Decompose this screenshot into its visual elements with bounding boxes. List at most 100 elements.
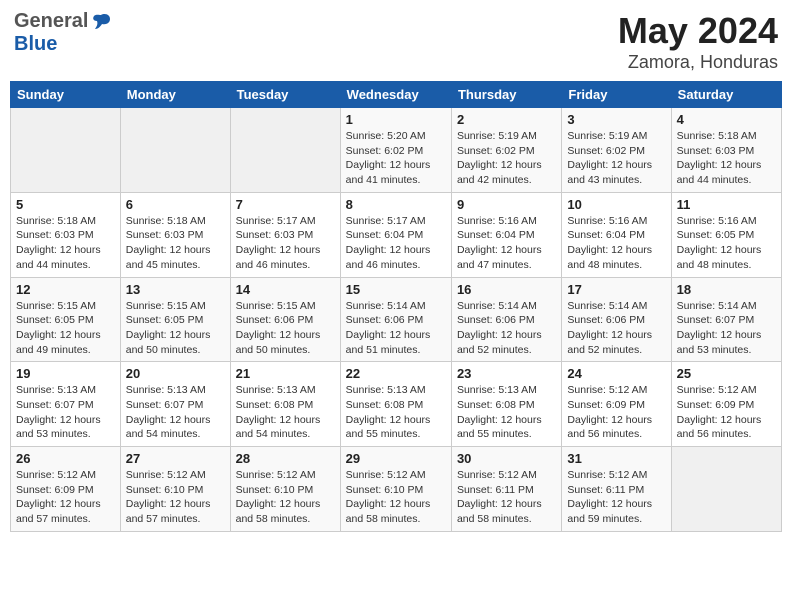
day-number: 7 xyxy=(236,197,335,212)
day-info: Sunrise: 5:14 AMSunset: 6:06 PMDaylight:… xyxy=(346,299,446,358)
calendar-table: SundayMondayTuesdayWednesdayThursdayFrid… xyxy=(10,81,782,532)
calendar-cell: 16Sunrise: 5:14 AMSunset: 6:06 PMDayligh… xyxy=(451,277,561,362)
day-number: 14 xyxy=(236,282,335,297)
day-number: 23 xyxy=(457,366,556,381)
calendar-week-row: 26Sunrise: 5:12 AMSunset: 6:09 PMDayligh… xyxy=(11,447,782,532)
calendar-cell: 6Sunrise: 5:18 AMSunset: 6:03 PMDaylight… xyxy=(120,192,230,277)
day-number: 11 xyxy=(677,197,776,212)
day-info: Sunrise: 5:12 AMSunset: 6:10 PMDaylight:… xyxy=(236,468,335,527)
calendar-cell: 31 Sunrise: 5:12 AMSunset: 6:11 PMDayligh… xyxy=(562,447,671,532)
day-info: Sunrise: 5:13 AMSunset: 6:08 PMDaylight:… xyxy=(236,383,335,442)
calendar-cell: 26Sunrise: 5:12 AMSunset: 6:09 PMDayligh… xyxy=(11,447,121,532)
day-number: 29 xyxy=(346,451,446,466)
calendar-cell: 8Sunrise: 5:17 AMSunset: 6:04 PMDaylight… xyxy=(340,192,451,277)
day-number: 19 xyxy=(16,366,115,381)
location-title: Zamora, Honduras xyxy=(618,52,778,73)
day-info: Sunrise: 5:15 AMSunset: 6:05 PMDaylight:… xyxy=(126,299,225,358)
calendar-cell: 10Sunrise: 5:16 AMSunset: 6:04 PMDayligh… xyxy=(562,192,671,277)
day-info: Sunrise: 5:16 AMSunset: 6:04 PMDaylight:… xyxy=(457,214,556,273)
day-info: Sunrise: 5:16 AMSunset: 6:05 PMDaylight:… xyxy=(677,214,776,273)
calendar-cell: 22 Sunrise: 5:13 AMSunset: 6:08 PMDayligh… xyxy=(340,362,451,447)
calendar-header-row: SundayMondayTuesdayWednesdayThursdayFrid… xyxy=(11,82,782,108)
calendar-cell: 20 Sunrise: 5:13 AMSunset: 6:07 PMDayligh… xyxy=(120,362,230,447)
day-number: 13 xyxy=(126,282,225,297)
day-number: 28 xyxy=(236,451,335,466)
column-header-friday: Friday xyxy=(562,82,671,108)
logo-blue-text: Blue xyxy=(14,33,57,56)
day-info: Sunrise: 5:14 AMSunset: 6:07 PMDaylight:… xyxy=(677,299,776,358)
column-header-saturday: Saturday xyxy=(671,82,781,108)
calendar-cell: 9 Sunrise: 5:16 AMSunset: 6:04 PMDaylight… xyxy=(451,192,561,277)
day-info: Sunrise: 5:12 AMSunset: 6:10 PMDaylight:… xyxy=(126,468,225,527)
day-info: Sunrise: 5:12 AMSunset: 6:09 PMDaylight:… xyxy=(567,383,665,442)
day-number: 1 xyxy=(346,112,446,127)
calendar-week-row: 5 Sunrise: 5:18 AMSunset: 6:03 PMDaylight… xyxy=(11,192,782,277)
day-number: 26 xyxy=(16,451,115,466)
day-info: Sunrise: 5:15 AMSunset: 6:06 PMDaylight:… xyxy=(236,299,335,358)
day-info: Sunrise: 5:20 AMSunset: 6:02 PMDaylight:… xyxy=(346,129,446,188)
calendar-cell xyxy=(671,447,781,532)
day-info: Sunrise: 5:12 AMSunset: 6:11 PMDaylight:… xyxy=(567,468,665,527)
day-number: 5 xyxy=(16,197,115,212)
column-header-tuesday: Tuesday xyxy=(230,82,340,108)
day-number: 2 xyxy=(457,112,556,127)
day-info: Sunrise: 5:12 AMSunset: 6:11 PMDaylight:… xyxy=(457,468,556,527)
calendar-cell: 30Sunrise: 5:12 AMSunset: 6:11 PMDayligh… xyxy=(451,447,561,532)
calendar-cell: 28 Sunrise: 5:12 AMSunset: 6:10 PMDayligh… xyxy=(230,447,340,532)
calendar-cell: 21 Sunrise: 5:13 AMSunset: 6:08 PMDayligh… xyxy=(230,362,340,447)
day-number: 31 xyxy=(567,451,665,466)
day-info: Sunrise: 5:12 AMSunset: 6:09 PMDaylight:… xyxy=(677,383,776,442)
calendar-cell: 18 Sunrise: 5:14 AMSunset: 6:07 PMDayligh… xyxy=(671,277,781,362)
calendar-cell: 24Sunrise: 5:12 AMSunset: 6:09 PMDayligh… xyxy=(562,362,671,447)
calendar-cell: 11 Sunrise: 5:16 AMSunset: 6:05 PMDayligh… xyxy=(671,192,781,277)
calendar-cell: 19Sunrise: 5:13 AMSunset: 6:07 PMDayligh… xyxy=(11,362,121,447)
logo: General Blue xyxy=(14,10,112,56)
day-info: Sunrise: 5:13 AMSunset: 6:08 PMDaylight:… xyxy=(346,383,446,442)
calendar-week-row: 1 Sunrise: 5:20 AMSunset: 6:02 PMDaylight… xyxy=(11,108,782,193)
column-header-sunday: Sunday xyxy=(11,82,121,108)
day-number: 20 xyxy=(126,366,225,381)
day-info: Sunrise: 5:14 AMSunset: 6:06 PMDaylight:… xyxy=(567,299,665,358)
day-info: Sunrise: 5:16 AMSunset: 6:04 PMDaylight:… xyxy=(567,214,665,273)
calendar-cell: 14 Sunrise: 5:15 AMSunset: 6:06 PMDayligh… xyxy=(230,277,340,362)
calendar-cell: 25 Sunrise: 5:12 AMSunset: 6:09 PMDayligh… xyxy=(671,362,781,447)
calendar-cell xyxy=(230,108,340,193)
day-info: Sunrise: 5:18 AMSunset: 6:03 PMDaylight:… xyxy=(16,214,115,273)
column-header-wednesday: Wednesday xyxy=(340,82,451,108)
day-info: Sunrise: 5:17 AMSunset: 6:03 PMDaylight:… xyxy=(236,214,335,273)
calendar-cell: 12 Sunrise: 5:15 AMSunset: 6:05 PMDayligh… xyxy=(11,277,121,362)
column-header-monday: Monday xyxy=(120,82,230,108)
title-area: May 2024 Zamora, Honduras xyxy=(618,10,778,73)
page-header: General Blue May 2024 Zamora, Honduras xyxy=(10,10,782,73)
day-number: 25 xyxy=(677,366,776,381)
day-number: 22 xyxy=(346,366,446,381)
calendar-cell: 7 Sunrise: 5:17 AMSunset: 6:03 PMDaylight… xyxy=(230,192,340,277)
day-number: 3 xyxy=(567,112,665,127)
day-number: 9 xyxy=(457,197,556,212)
calendar-cell: 4 Sunrise: 5:18 AMSunset: 6:03 PMDaylight… xyxy=(671,108,781,193)
column-header-thursday: Thursday xyxy=(451,82,561,108)
logo-general-text: General xyxy=(14,10,88,33)
day-number: 17 xyxy=(567,282,665,297)
calendar-cell: 1 Sunrise: 5:20 AMSunset: 6:02 PMDaylight… xyxy=(340,108,451,193)
calendar-cell: 2 Sunrise: 5:19 AMSunset: 6:02 PMDaylight… xyxy=(451,108,561,193)
day-info: Sunrise: 5:18 AMSunset: 6:03 PMDaylight:… xyxy=(677,129,776,188)
day-number: 18 xyxy=(677,282,776,297)
calendar-cell xyxy=(11,108,121,193)
day-number: 27 xyxy=(126,451,225,466)
day-info: Sunrise: 5:19 AMSunset: 6:02 PMDaylight:… xyxy=(457,129,556,188)
day-info: Sunrise: 5:13 AMSunset: 6:07 PMDaylight:… xyxy=(126,383,225,442)
calendar-week-row: 12 Sunrise: 5:15 AMSunset: 6:05 PMDayligh… xyxy=(11,277,782,362)
month-title: May 2024 xyxy=(618,10,778,52)
calendar-cell: 13 Sunrise: 5:15 AMSunset: 6:05 PMDayligh… xyxy=(120,277,230,362)
day-info: Sunrise: 5:19 AMSunset: 6:02 PMDaylight:… xyxy=(567,129,665,188)
day-info: Sunrise: 5:15 AMSunset: 6:05 PMDaylight:… xyxy=(16,299,115,358)
day-number: 12 xyxy=(16,282,115,297)
day-info: Sunrise: 5:17 AMSunset: 6:04 PMDaylight:… xyxy=(346,214,446,273)
day-number: 16 xyxy=(457,282,556,297)
calendar-cell: 15Sunrise: 5:14 AMSunset: 6:06 PMDayligh… xyxy=(340,277,451,362)
day-number: 4 xyxy=(677,112,776,127)
calendar-cell: 27 Sunrise: 5:12 AMSunset: 6:10 PMDayligh… xyxy=(120,447,230,532)
day-number: 21 xyxy=(236,366,335,381)
logo-bird-icon xyxy=(90,11,112,33)
